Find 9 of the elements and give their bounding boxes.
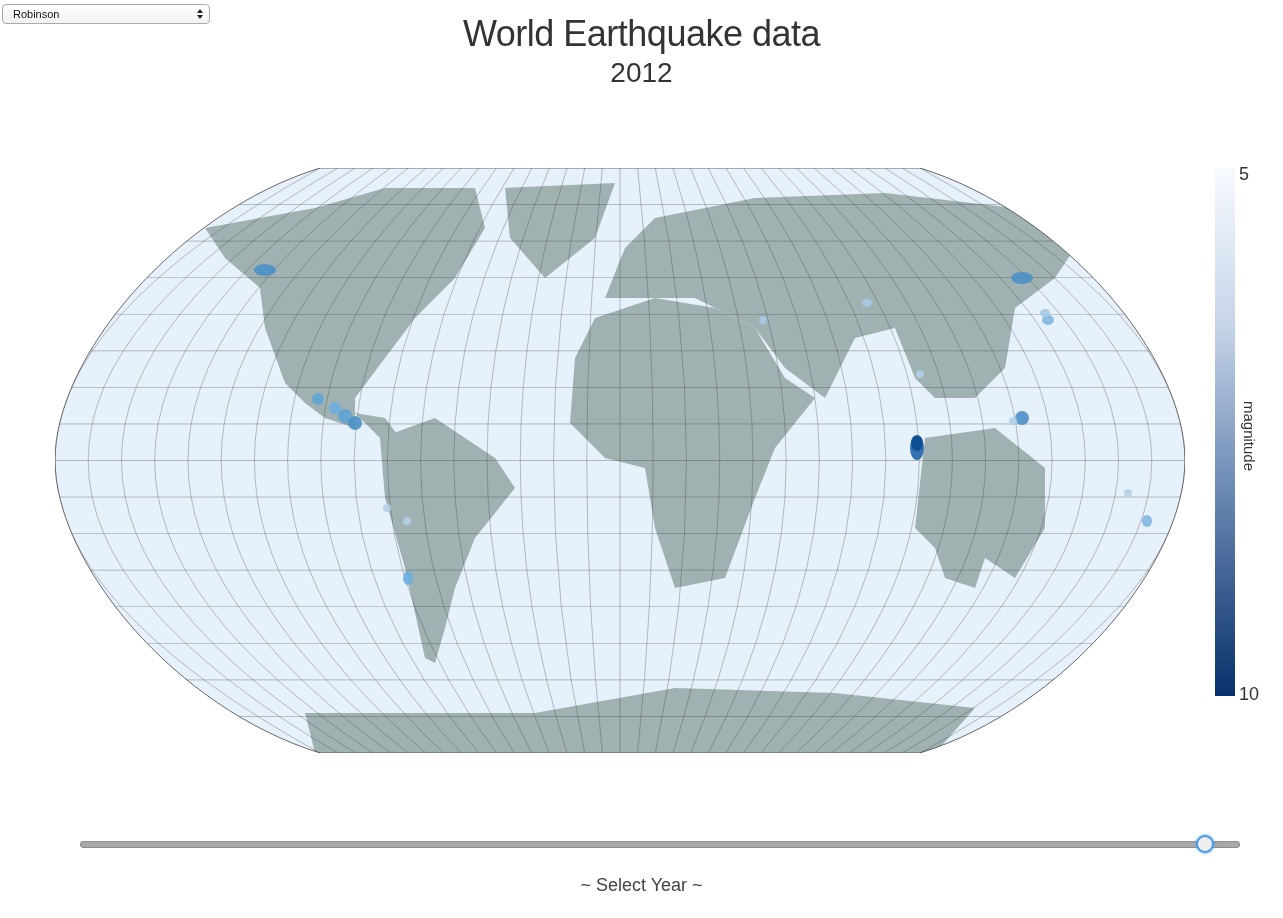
projection-dropdown[interactable]: Robinson — [2, 4, 210, 24]
slider-label: ~ Select Year ~ — [579, 875, 704, 896]
scale-min-label: 5 — [1239, 164, 1249, 184]
scale-max-label: 10 — [1239, 684, 1260, 704]
year-slider-thumb[interactable] — [1196, 835, 1215, 853]
legend-title: magnitude — [1240, 400, 1258, 472]
up-down-arrows-icon — [197, 9, 203, 19]
chart-title: World Earthquake data — [462, 12, 821, 56]
year-subtitle: 2012 — [610, 56, 673, 90]
